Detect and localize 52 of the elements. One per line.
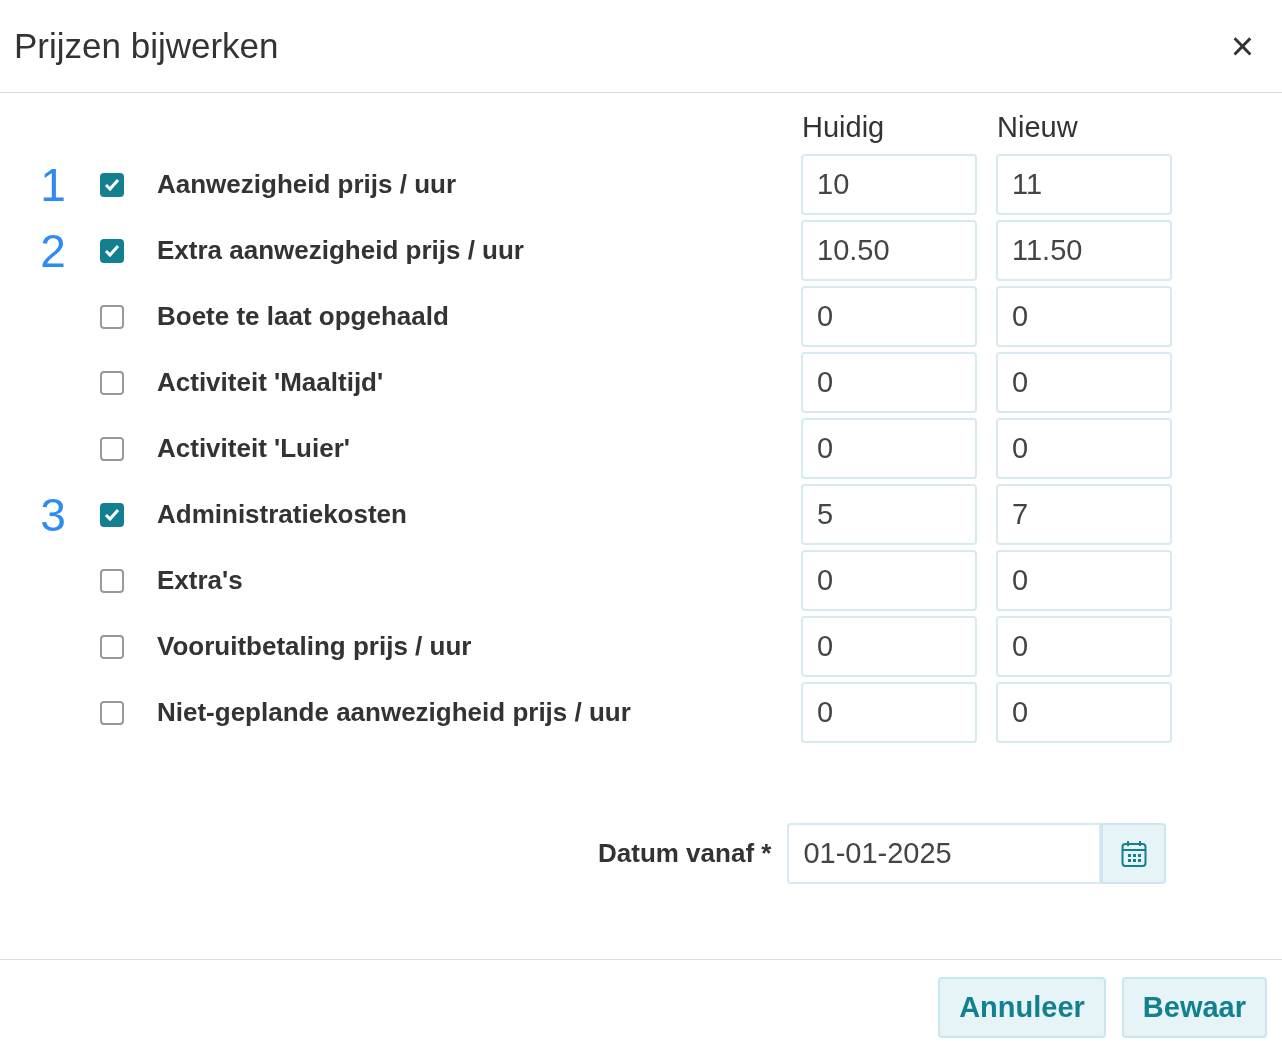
current-price-field[interactable]: 10	[801, 154, 977, 215]
new-price-field[interactable]: 7	[996, 484, 1172, 545]
date-field[interactable]: 01-01-2025	[787, 823, 1102, 884]
current-price-field[interactable]: 5	[801, 484, 977, 545]
checkbox[interactable]	[100, 634, 124, 659]
new-price-field[interactable]: 0	[996, 550, 1172, 611]
save-button[interactable]: Bewaar	[1121, 976, 1267, 1038]
new-price-field[interactable]: 0	[996, 352, 1172, 413]
price-label: Aanwezigheid prijs / uur	[157, 169, 458, 200]
step-number: 2	[40, 227, 66, 274]
current-price-field[interactable]: 0	[801, 418, 977, 479]
checkbox[interactable]	[100, 700, 124, 725]
calendar-button[interactable]	[1101, 823, 1167, 884]
checkbox[interactable]	[100, 568, 124, 593]
close-button[interactable]: ×	[1224, 26, 1260, 66]
checkbox[interactable]	[100, 238, 124, 263]
current-price-field[interactable]: 0	[801, 352, 977, 413]
new-price-field[interactable]: 0	[996, 418, 1172, 479]
step-number: 3	[40, 491, 66, 538]
dialog-title: Prijzen bijwerken	[14, 26, 279, 66]
current-price-field[interactable]: 0	[801, 616, 977, 677]
new-price-field[interactable]: 11.50	[996, 220, 1172, 281]
new-price-field[interactable]: 0	[996, 682, 1172, 743]
column-header: Huidig	[801, 111, 886, 145]
cancel-button[interactable]: Annuleer	[938, 976, 1106, 1038]
current-price-field[interactable]: 0	[801, 550, 977, 611]
price-label: Activiteit 'Luier'	[157, 433, 351, 464]
current-price-field[interactable]: 0	[801, 682, 977, 743]
current-price-field[interactable]: 0	[801, 286, 977, 347]
checkbox[interactable]	[100, 436, 124, 461]
current-price-field[interactable]: 10.50	[801, 220, 977, 281]
price-label: Boete te laat opgehaald	[157, 301, 450, 332]
new-price-field[interactable]: 0	[996, 616, 1172, 677]
check-icon	[104, 507, 120, 522]
checkbox[interactable]	[100, 502, 124, 527]
checkbox[interactable]	[100, 304, 124, 329]
date-label: Datum vanaf *	[598, 838, 772, 869]
step-number: 1	[40, 161, 66, 208]
column-header: Nieuw	[996, 111, 1079, 145]
new-price-field[interactable]: 11	[996, 154, 1172, 215]
checkbox[interactable]	[100, 172, 124, 197]
price-label: Extra aanwezigheid prijs / uur	[157, 235, 525, 266]
price-label: Extra's	[157, 565, 244, 596]
new-price-field[interactable]: 0	[996, 286, 1172, 347]
price-label: Vooruitbetaling prijs / uur	[157, 631, 473, 662]
calendar-icon	[1120, 839, 1147, 868]
check-icon	[104, 243, 120, 258]
check-icon	[104, 177, 120, 192]
price-label: Niet-geplande aanwezigheid prijs / uur	[157, 697, 632, 728]
price-label: Administratiekosten	[157, 499, 408, 530]
price-label: Activiteit 'Maaltijd'	[157, 367, 385, 398]
checkbox[interactable]	[100, 370, 124, 395]
